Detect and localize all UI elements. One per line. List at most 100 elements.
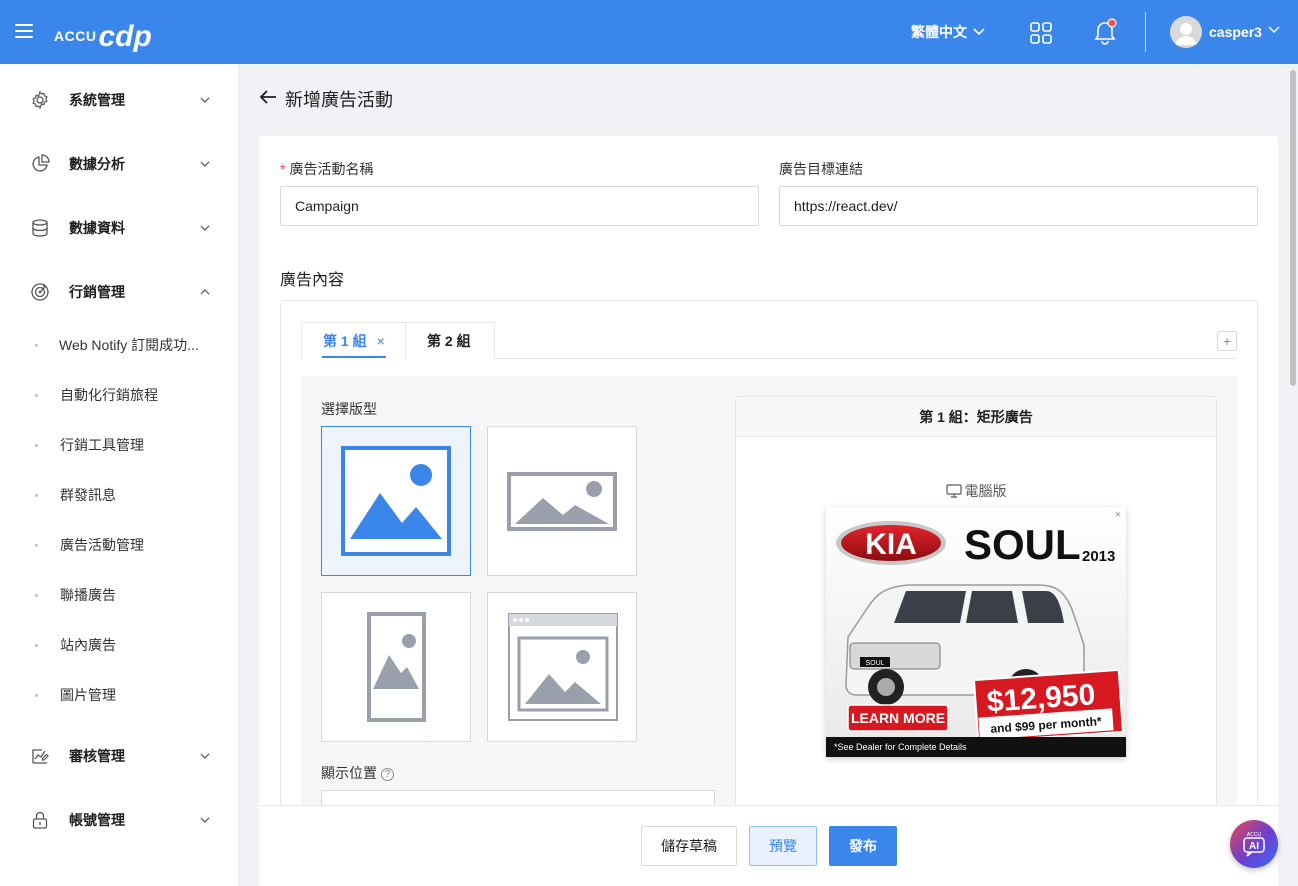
pie-chart-icon	[32, 154, 50, 172]
bullet-icon	[35, 643, 38, 647]
layout-option-vertical[interactable]	[321, 592, 471, 742]
bullet-icon	[35, 693, 38, 697]
sidebar-subitem-images[interactable]: 圖片管理	[0, 675, 238, 715]
close-icon[interactable]: ×	[377, 333, 385, 349]
svg-text:AI: AI	[1249, 841, 1259, 852]
campaign-name-label: * 廣告活動名稱	[280, 161, 374, 177]
close-icon[interactable]: ×	[1110, 507, 1126, 523]
ad-cta: LEARN MORE	[851, 710, 945, 726]
ai-assistant-button[interactable]: ACCU AI	[1230, 820, 1278, 868]
top-header: ACCU cdp 繁體中文 casper3	[0, 0, 1298, 64]
page-title: 新增廣告活動	[285, 90, 393, 110]
svg-text:ACCU: ACCU	[1247, 832, 1262, 838]
sidebar-item-audit[interactable]: 審核管理	[0, 732, 238, 780]
language-selector[interactable]: 繁體中文	[911, 22, 985, 42]
device-label: 電腦版	[736, 481, 1216, 501]
tab-group-2[interactable]: 第 2 組	[405, 322, 495, 359]
sidebar-subitem-automation[interactable]: 自動化行銷旅程	[0, 375, 238, 415]
ad-preview-image: KIA SOUL 2013 SOUL LEARN MORE $12,950 an…	[826, 507, 1126, 757]
sidebar-item-analytics[interactable]: 數據分析	[0, 140, 238, 188]
page-scrollbar[interactable]	[1290, 70, 1296, 386]
menu-toggle-icon[interactable]	[15, 24, 33, 38]
tab-label: 第 2 組	[427, 333, 471, 349]
active-tab-indicator	[322, 356, 386, 358]
apps-grid-icon[interactable]	[1030, 22, 1052, 44]
add-tab-button[interactable]: +	[1217, 331, 1237, 351]
sidebar-subitem-ad-campaigns[interactable]: 廣告活動管理	[0, 525, 238, 565]
target-icon	[31, 283, 49, 301]
chevron-down-icon	[200, 753, 210, 759]
tab-label: 第 1 組	[323, 333, 367, 349]
tab-group-1[interactable]: 第 1 組 ×	[301, 322, 406, 359]
ad-model: SOUL	[964, 521, 1081, 568]
audit-icon	[32, 749, 49, 764]
help-icon[interactable]: ?	[381, 768, 394, 781]
sidebar-subitem-onsite-ads[interactable]: 站內廣告	[0, 625, 238, 665]
lock-icon	[32, 811, 48, 829]
chevron-up-icon	[200, 289, 210, 295]
sidebar-subitem-label: 圖片管理	[60, 687, 116, 703]
chevron-down-icon	[200, 97, 210, 103]
user-icon	[1175, 23, 1197, 45]
sidebar-subitem-tools[interactable]: 行銷工具管理	[0, 425, 238, 465]
kia-soul-ad: KIA SOUL 2013 SOUL LEARN MORE $12,950 an…	[826, 507, 1126, 757]
preview-button[interactable]: 預覽	[749, 826, 817, 866]
bullet-icon	[35, 593, 38, 597]
ad-content-title: 廣告內容	[280, 272, 345, 289]
sidebar-subitem-label: 站內廣告	[60, 637, 116, 653]
app-logo[interactable]: ACCU cdp	[54, 14, 152, 54]
sidebar-item-data[interactable]: 數據資料	[0, 204, 238, 252]
language-label: 繁體中文	[911, 24, 967, 40]
gear-icon	[32, 90, 48, 110]
campaign-name-input[interactable]: Campaign	[280, 186, 759, 226]
publish-button[interactable]: 發布	[829, 826, 897, 866]
ad-brand: KIA	[865, 528, 917, 561]
target-url-label: 廣告目標連結	[779, 161, 863, 177]
preview-title: 第 1 組：矩形廣告	[736, 397, 1216, 437]
sidebar-subitem-broadcast[interactable]: 群發訊息	[0, 475, 238, 515]
sidebar-subitem-web-notify[interactable]: Web Notify 訂閱成功...	[0, 325, 238, 365]
image-placeholder-icon	[341, 446, 451, 556]
sidebar-subitem-network-ads[interactable]: 聯播廣告	[0, 575, 238, 615]
bullet-icon	[35, 493, 38, 497]
header-divider	[1145, 12, 1146, 52]
preview-panel: 第 1 組：矩形廣告 電腦版 KIA SOUL 2013 SOUL LEARN …	[735, 396, 1217, 816]
bullet-icon	[35, 543, 38, 547]
target-url-input[interactable]: https://react.dev/	[779, 186, 1258, 226]
bullet-icon	[35, 393, 38, 397]
sidebar-subitem-label: 廣告活動管理	[60, 537, 144, 553]
sidebar-subitem-label: 聯播廣告	[60, 587, 116, 603]
sidebar-subitem-label: 行銷工具管理	[60, 437, 144, 453]
notification-bell-icon[interactable]	[1094, 18, 1118, 46]
sidebar-item-account[interactable]: 帳號管理	[0, 796, 238, 844]
choose-layout-label: 選擇版型	[321, 401, 377, 417]
position-label: 顯示位置?	[321, 763, 394, 783]
ad-disclaimer: *See Dealer for Complete Details	[834, 742, 967, 752]
username[interactable]: casper3	[1209, 24, 1262, 40]
sidebar-subitem-label: Web Notify 訂閱成功...	[59, 337, 199, 353]
database-icon	[32, 219, 48, 237]
chevron-down-icon	[200, 161, 210, 167]
layout-option-banner[interactable]	[487, 426, 637, 576]
sidebar-item-marketing[interactable]: 行銷管理	[0, 268, 238, 316]
avatar[interactable]	[1170, 16, 1202, 48]
chevron-down-icon	[200, 225, 210, 231]
sidebar-item-system[interactable]: 系統管理	[0, 76, 238, 124]
ad-year: 2013	[1082, 548, 1115, 565]
image-placeholder-icon	[508, 613, 618, 721]
bullet-icon	[35, 443, 38, 447]
ai-chat-icon: ACCU AI	[1243, 832, 1265, 857]
layout-option-rectangle[interactable]	[321, 426, 471, 576]
back-arrow-icon[interactable]	[259, 88, 277, 106]
layout-option-popup[interactable]	[487, 592, 637, 742]
sidebar-subitem-label: 自動化行銷旅程	[60, 387, 158, 403]
sidebar: 系統管理 數據分析 數據資料 行銷管理 Web Notify 訂閱成功... 自…	[0, 64, 239, 886]
svg-text:SOUL: SOUL	[865, 660, 884, 667]
chevron-down-icon	[200, 817, 210, 823]
save-draft-button[interactable]: 儲存草稿	[641, 826, 737, 866]
chevron-down-icon	[973, 28, 985, 36]
image-placeholder-icon	[507, 472, 617, 531]
chevron-down-icon[interactable]	[1268, 26, 1280, 34]
bullet-icon	[35, 343, 38, 347]
sidebar-subitem-label: 群發訊息	[60, 487, 116, 503]
